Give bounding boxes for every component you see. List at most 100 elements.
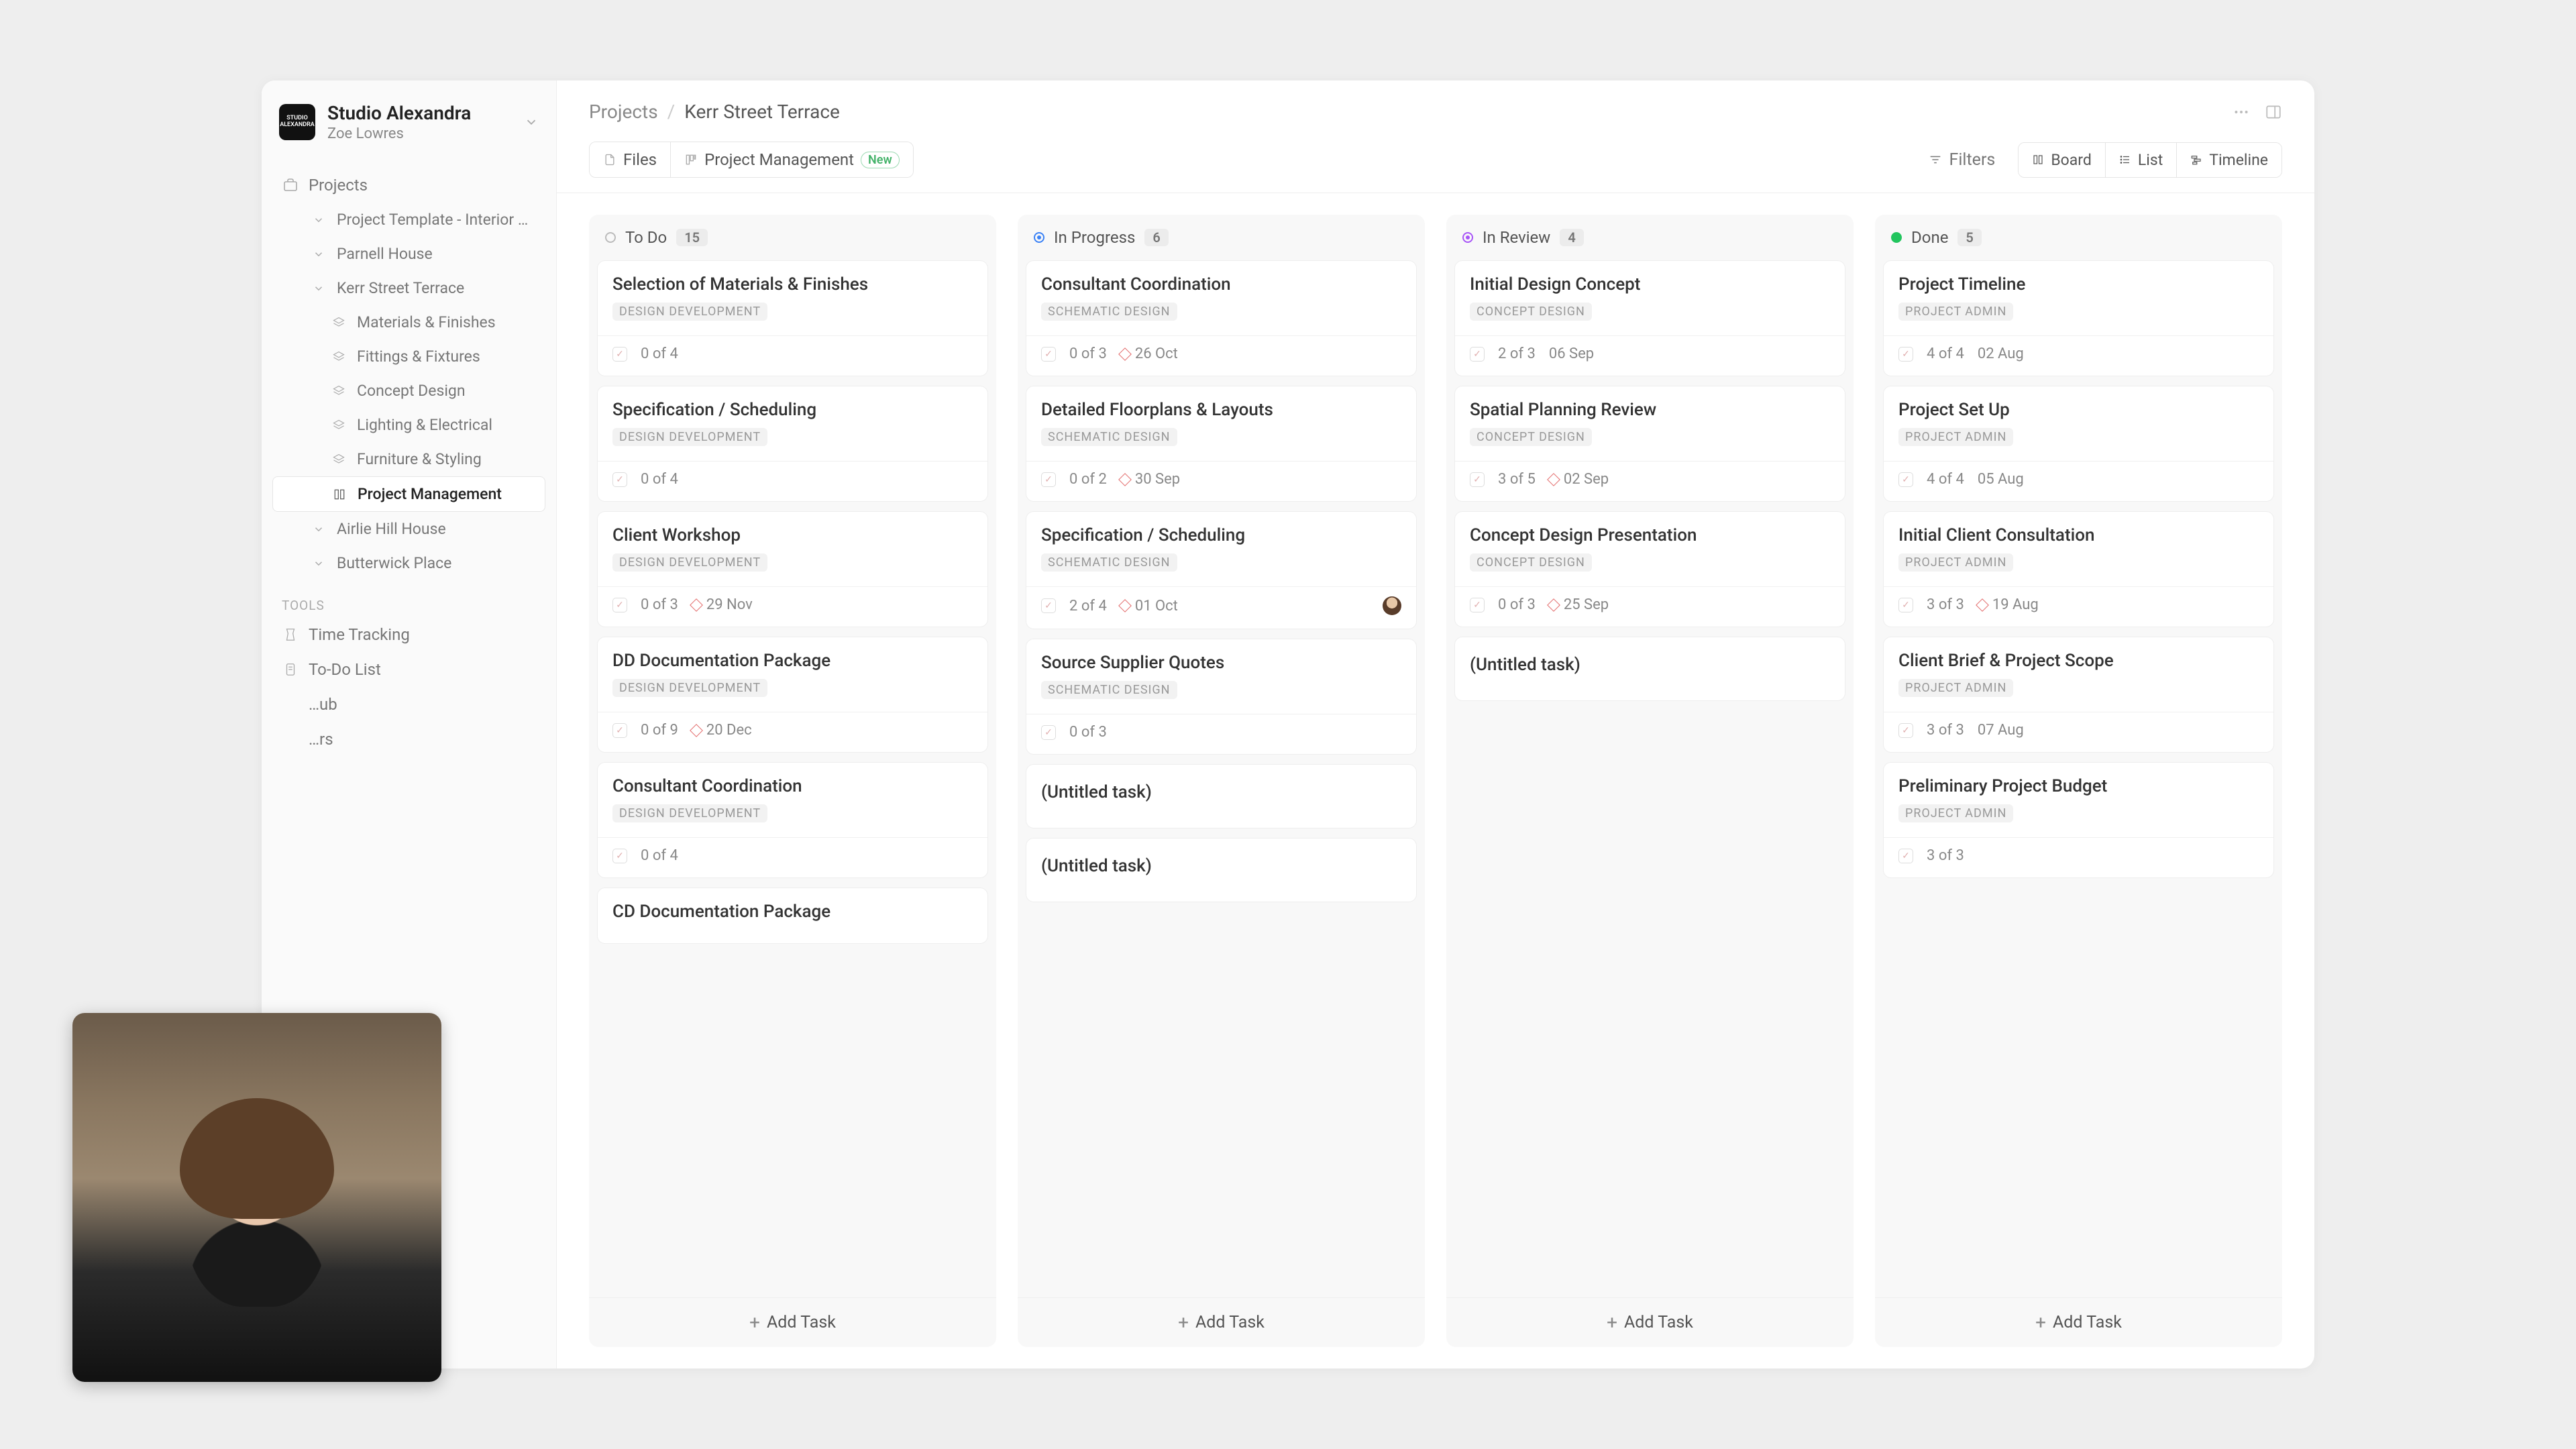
tab-project-management[interactable]: Project Management New bbox=[671, 142, 913, 177]
main: Projects / Kerr Street Terrace Fi bbox=[557, 80, 2314, 1368]
layers-icon bbox=[330, 384, 347, 398]
task-card[interactable]: (Untitled task) bbox=[1454, 637, 1845, 701]
task-card[interactable]: Preliminary Project BudgetPROJECT ADMIN✓… bbox=[1883, 762, 2274, 878]
view-list[interactable]: List bbox=[2106, 143, 2177, 177]
add-task-label: Add Task bbox=[2053, 1313, 2122, 1332]
task-card[interactable]: CD Documentation Package bbox=[597, 888, 988, 944]
tab-files[interactable]: Files bbox=[590, 142, 671, 177]
add-task-button[interactable]: +Add Task bbox=[1018, 1297, 1425, 1347]
view-timeline[interactable]: Timeline bbox=[2177, 143, 2282, 177]
sidebar-project-child[interactable]: Furniture & Styling bbox=[272, 442, 545, 476]
card-progress: 2 of 3 bbox=[1498, 345, 1536, 362]
task-card[interactable]: Specification / SchedulingSCHEMATIC DESI… bbox=[1026, 511, 1417, 629]
card-footer: ✓4 of 402 Aug bbox=[1898, 345, 2259, 362]
card-title: Project Timeline bbox=[1898, 274, 2259, 294]
task-card[interactable]: Specification / SchedulingDESIGN DEVELOP… bbox=[597, 386, 988, 502]
sidebar-project[interactable]: Butterwick Place bbox=[272, 546, 545, 580]
panel-icon[interactable] bbox=[2265, 103, 2282, 121]
checkbox-icon: ✓ bbox=[1898, 472, 1913, 487]
webcam-overlay[interactable] bbox=[72, 1013, 441, 1382]
sidebar-project-child[interactable]: Concept Design bbox=[272, 374, 545, 408]
more-icon[interactable] bbox=[2233, 103, 2250, 121]
task-card[interactable]: Consultant CoordinationDESIGN DEVELOPMEN… bbox=[597, 762, 988, 878]
task-card[interactable]: Initial Design ConceptCONCEPT DESIGN✓2 o… bbox=[1454, 260, 1845, 376]
card-progress: 0 of 3 bbox=[641, 596, 678, 613]
card-title: Initial Client Consultation bbox=[1898, 525, 2259, 545]
card-tag: SCHEMATIC DESIGN bbox=[1041, 428, 1177, 446]
board-column-done: Done5Project TimelinePROJECT ADMIN✓4 of … bbox=[1875, 215, 2282, 1347]
card-due: 25 Sep bbox=[1549, 596, 1609, 613]
card-title: Preliminary Project Budget bbox=[1898, 776, 2259, 796]
breadcrumb-sep: / bbox=[667, 101, 676, 123]
checkbox-icon: ✓ bbox=[1898, 723, 1913, 738]
task-card[interactable]: (Untitled task) bbox=[1026, 764, 1417, 828]
sidebar-project-child[interactable]: Project Management bbox=[272, 476, 545, 512]
filters-button[interactable]: Filters bbox=[1917, 144, 2006, 176]
card-tag: PROJECT ADMIN bbox=[1898, 804, 2013, 822]
task-card[interactable]: Detailed Floorplans & LayoutsSCHEMATIC D… bbox=[1026, 386, 1417, 502]
task-card[interactable]: DD Documentation PackageDESIGN DEVELOPME… bbox=[597, 637, 988, 753]
task-card[interactable]: Selection of Materials & FinishesDESIGN … bbox=[597, 260, 988, 376]
task-card[interactable]: Client WorkshopDESIGN DEVELOPMENT✓0 of 3… bbox=[597, 511, 988, 627]
chevron-down-icon bbox=[310, 557, 327, 570]
sidebar-tool[interactable]: …rs bbox=[272, 722, 545, 757]
sidebar-project-child[interactable]: Fittings & Fixtures bbox=[272, 339, 545, 374]
add-task-button[interactable]: +Add Task bbox=[589, 1297, 996, 1347]
sidebar-tool[interactable]: …ub bbox=[272, 687, 545, 722]
status-dot-icon bbox=[1891, 232, 1902, 243]
tab-label: Project Management bbox=[704, 150, 854, 169]
card-date: 05 Aug bbox=[1978, 471, 2024, 488]
sidebar-item-label: Time Tracking bbox=[309, 625, 410, 644]
task-card[interactable]: Consultant CoordinationSCHEMATIC DESIGN✓… bbox=[1026, 260, 1417, 376]
sidebar-project[interactable]: Kerr Street Terrace bbox=[272, 271, 545, 305]
column-header: In Review4 bbox=[1446, 215, 1854, 260]
task-card[interactable]: Initial Client Consultation PROJECT ADMIN… bbox=[1883, 511, 2274, 627]
card-progress: 4 of 4 bbox=[1927, 345, 1964, 362]
column-header: In Progress6 bbox=[1018, 215, 1425, 260]
sidebar-item-label: Airlie Hill House bbox=[337, 520, 446, 538]
layers-icon bbox=[330, 419, 347, 432]
sidebar-project[interactable]: Airlie Hill House bbox=[272, 512, 545, 546]
sidebar-project[interactable]: Parnell House bbox=[272, 237, 545, 271]
card-tag: DESIGN DEVELOPMENT bbox=[612, 679, 767, 697]
view-switcher: Board List Timeline bbox=[2018, 142, 2282, 178]
plus-icon: + bbox=[749, 1313, 760, 1332]
assignee-avatar[interactable] bbox=[1383, 596, 1401, 615]
breadcrumb: Projects / Kerr Street Terrace bbox=[589, 101, 840, 123]
card-date: 02 Aug bbox=[1978, 345, 2024, 362]
card-progress: 2 of 4 bbox=[1069, 598, 1107, 614]
column-count: 4 bbox=[1560, 229, 1583, 246]
status-dot-icon bbox=[1034, 232, 1044, 243]
add-task-button[interactable]: +Add Task bbox=[1875, 1297, 2282, 1347]
task-card[interactable]: (Untitled task) bbox=[1026, 838, 1417, 902]
card-title: Selection of Materials & Finishes bbox=[612, 274, 973, 294]
add-task-button[interactable]: +Add Task bbox=[1446, 1297, 1854, 1347]
filters-label: Filters bbox=[1949, 150, 1996, 170]
breadcrumb-root[interactable]: Projects bbox=[589, 101, 658, 123]
task-card[interactable]: Project TimelinePROJECT ADMIN✓4 of 402 A… bbox=[1883, 260, 2274, 376]
card-tag: SCHEMATIC DESIGN bbox=[1041, 681, 1177, 699]
card-progress: 3 of 3 bbox=[1927, 847, 1964, 864]
workspace-switcher[interactable]: STUDIOALEXANDRA Studio Alexandra Zoe Low… bbox=[272, 97, 545, 158]
card-tag: PROJECT ADMIN bbox=[1898, 679, 2013, 697]
chevron-down-icon bbox=[310, 248, 327, 260]
sidebar-project[interactable]: Project Template - Interior … bbox=[272, 203, 545, 237]
task-card[interactable]: Concept Design PresentationCONCEPT DESIG… bbox=[1454, 511, 1845, 627]
nav-projects[interactable]: Projects bbox=[272, 168, 545, 203]
sidebar-project-child[interactable]: Lighting & Electrical bbox=[272, 408, 545, 442]
checkbox-icon: ✓ bbox=[612, 472, 627, 487]
card-progress: 0 of 4 bbox=[641, 847, 678, 864]
board-column-inreview: In Review4Initial Design ConceptCONCEPT … bbox=[1446, 215, 1854, 1347]
task-card[interactable]: Client Brief & Project ScopePROJECT ADMI… bbox=[1883, 637, 2274, 753]
breadcrumb-current: Kerr Street Terrace bbox=[684, 101, 840, 123]
tool-icon bbox=[282, 662, 299, 677]
view-board[interactable]: Board bbox=[2019, 143, 2106, 177]
task-card[interactable]: Project Set UpPROJECT ADMIN✓4 of 405 Aug bbox=[1883, 386, 2274, 502]
card-footer: ✓0 of 4 bbox=[612, 345, 973, 362]
sidebar-project-child[interactable]: Materials & Finishes bbox=[272, 305, 545, 339]
card-tag: PROJECT ADMIN bbox=[1898, 553, 2013, 572]
task-card[interactable]: Spatial Planning ReviewCONCEPT DESIGN✓3 … bbox=[1454, 386, 1845, 502]
sidebar-tool[interactable]: To-Do List bbox=[272, 652, 545, 687]
task-card[interactable]: Source Supplier QuotesSCHEMATIC DESIGN✓0… bbox=[1026, 639, 1417, 755]
sidebar-tool[interactable]: Time Tracking bbox=[272, 617, 545, 652]
